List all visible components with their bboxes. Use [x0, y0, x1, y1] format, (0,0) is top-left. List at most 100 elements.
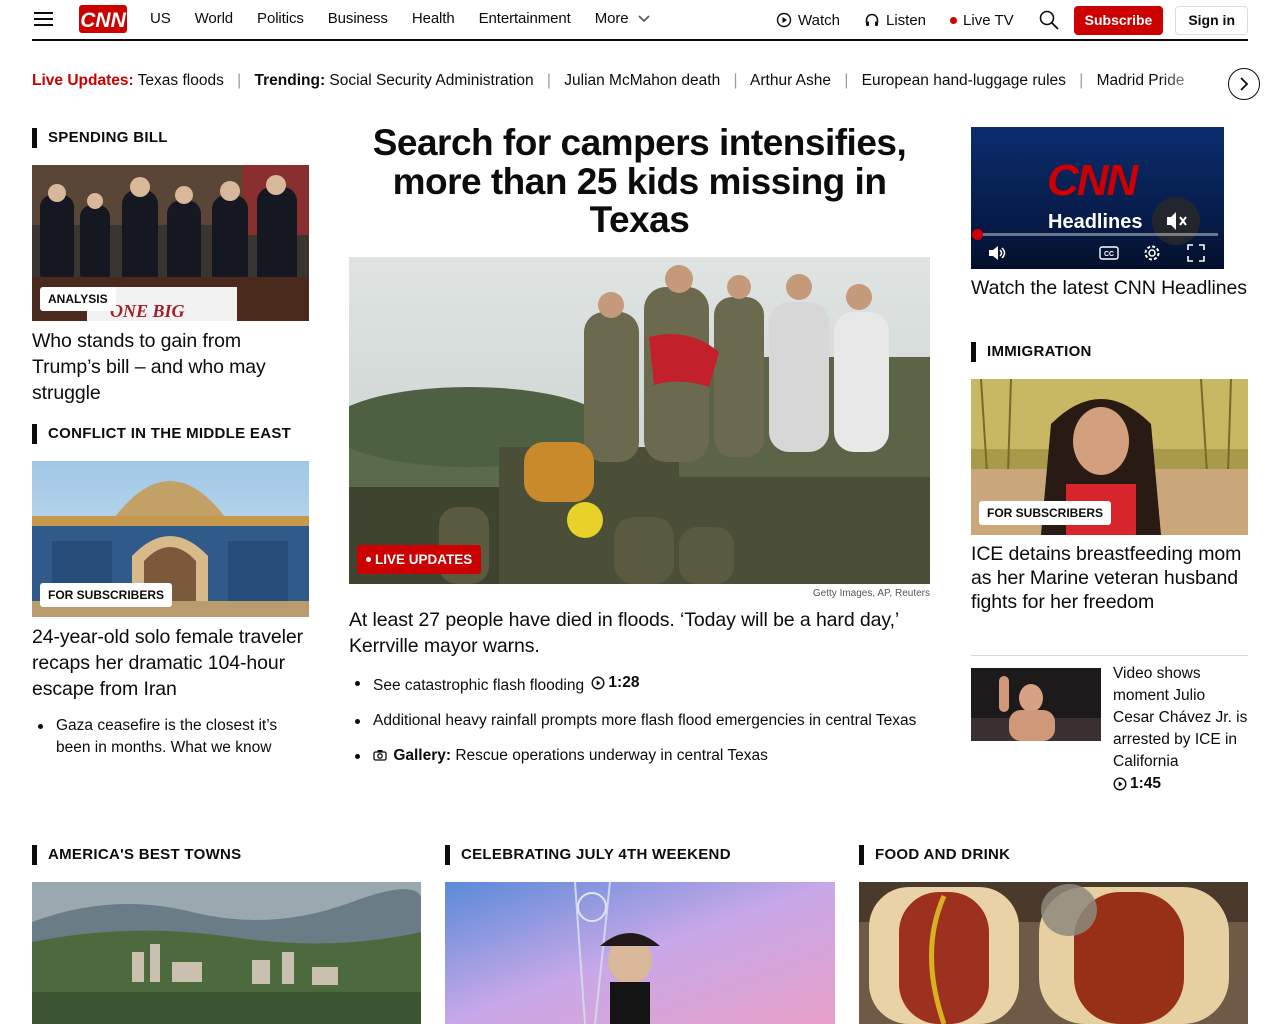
ticker-item[interactable]: Julian McMahon death — [564, 72, 720, 89]
sign-in-button[interactable]: Sign in — [1175, 5, 1248, 35]
image-credit: Getty Images, AP, Reuters — [812, 588, 930, 599]
subscribe-button[interactable]: Subscribe — [1073, 5, 1164, 35]
nav-health[interactable]: Health — [412, 10, 455, 27]
ticker-fade — [1160, 68, 1230, 98]
main-story-image[interactable] — [349, 257, 930, 584]
cnn-logo[interactable]: CNN — [79, 5, 127, 33]
trending-label: Trending: — [254, 72, 326, 89]
main-subheadline[interactable]: At least 27 people have died in floods. … — [349, 607, 930, 659]
chevron-down-icon — [638, 14, 651, 22]
gaza-ceasefire-link[interactable]: Gaza ceasefire is the closest it’s been … — [32, 715, 309, 759]
flash-flooding-video-link[interactable]: See catastrophic flash flooding 1:28 — [349, 672, 930, 697]
iran-image[interactable]: FOR SUBSCRIBERS — [32, 461, 309, 617]
main-nav: US World Politics Business Health Entert… — [150, 10, 674, 27]
fullscreen-icon[interactable] — [1187, 244, 1205, 262]
gallery-text: Rescue operations underway in central Te… — [455, 747, 768, 764]
section-label-food-drink[interactable]: FOOD AND DRINK — [859, 845, 1010, 865]
nav-us[interactable]: US — [150, 10, 171, 27]
video-cnn-logo: CNN — [1047, 156, 1138, 205]
video-player[interactable]: CNN Headlines CC — [971, 127, 1224, 269]
video-headlines-text: Headlines — [1048, 211, 1143, 233]
ticker-item[interactable]: Social Security Administration — [329, 72, 533, 89]
ice-story-image[interactable]: FOR SUBSCRIBERS — [971, 379, 1248, 535]
play-circle-icon — [591, 676, 605, 690]
hot-dog-photo — [859, 882, 1248, 1024]
video-progress-handle[interactable] — [972, 229, 983, 240]
heavy-rainfall-link[interactable]: Additional heavy rainfall prompts more f… — [349, 710, 930, 732]
section-label-july-4th[interactable]: CELEBRATING JULY 4TH WEEKEND — [445, 845, 731, 865]
watch-label: Watch — [798, 11, 840, 29]
analysis-badge: ANALYSIS — [40, 287, 116, 311]
play-circle-icon — [1113, 777, 1127, 791]
banner-text: ONE BIG — [110, 301, 185, 321]
gallery-label: Gallery: — [393, 747, 452, 764]
video-duration: 1:45 — [1113, 773, 1248, 795]
ticker-item[interactable]: European hand-luggage rules — [862, 72, 1066, 89]
best-towns-image[interactable] — [32, 882, 421, 1024]
closed-captions-icon[interactable]: CC — [1099, 246, 1119, 260]
ice-detains-headline[interactable]: ICE detains breastfeeding mom as her Mar… — [971, 542, 1248, 614]
section-label-spending-bill[interactable]: SPENDING BILL — [32, 128, 168, 148]
spending-bill-headline[interactable]: Who stands to gain from Trump’s bill – a… — [32, 328, 309, 406]
play-circle-icon — [776, 12, 792, 28]
video-duration: 1:28 — [588, 672, 639, 694]
town-landscape-photo — [32, 882, 421, 1024]
watch-link[interactable]: Watch — [776, 12, 840, 29]
live-updates-label: Live Updates: — [32, 72, 134, 89]
volume-muted-icon — [1167, 212, 1187, 230]
ticker-separator: | — [237, 72, 242, 89]
live-dot-icon — [950, 16, 958, 24]
nav-entertainment[interactable]: Entertainment — [479, 10, 571, 27]
header-actions: Watch Listen Live TV Subscribe Sign in — [776, 5, 1248, 35]
food-drink-image[interactable] — [859, 882, 1248, 1024]
unmute-button[interactable] — [1152, 197, 1200, 245]
listen-label: Listen — [886, 11, 927, 29]
video-progress-bar[interactable] — [977, 233, 1218, 236]
section-label-middle-east[interactable]: CONFLICT IN THE MIDDLE EAST — [32, 424, 291, 444]
svg-text:CNN: CNN — [80, 9, 126, 32]
svg-text:CC: CC — [1104, 251, 1114, 258]
divider — [971, 655, 1248, 656]
live-updates-badge-label: LIVE UPDATES — [375, 552, 473, 567]
nav-world[interactable]: World — [195, 10, 234, 27]
live-updates-badge[interactable]: LIVE UPDATES — [357, 545, 482, 574]
ticker-live-item[interactable]: Texas floods — [138, 72, 224, 89]
nav-business[interactable]: Business — [328, 10, 388, 27]
ticker-item[interactable]: Arthur Ashe — [750, 72, 831, 89]
for-subscribers-badge: FOR SUBSCRIBERS — [979, 501, 1112, 525]
nav-more-label: More — [594, 10, 629, 27]
chavez-story-link[interactable]: Video shows moment Julio Cesar Chávez Jr… — [1113, 663, 1248, 795]
spending-bill-image[interactable]: ONE BIG ANALYSIS — [32, 165, 309, 321]
chevron-right-icon — [1240, 77, 1249, 91]
main-bullets: See catastrophic flash flooding 1:28 Add… — [349, 672, 930, 767]
gallery-link[interactable]: Gallery: Rescue operations underway in c… — [349, 745, 930, 767]
july-4th-image[interactable] — [445, 882, 835, 1024]
middle-east-bullets: Gaza ceasefire is the closest it’s been … — [32, 715, 309, 759]
video-duration-label: 1:45 — [1130, 775, 1162, 792]
section-label-immigration[interactable]: IMMIGRATION — [971, 342, 1092, 362]
main-headline[interactable]: Search for campers intensifies, more tha… — [349, 123, 930, 240]
trending-ticker: Live Updates: Texas floods | Trending: S… — [32, 72, 1218, 96]
live-tv-link[interactable]: Live TV — [950, 12, 1014, 29]
nav-more[interactable]: More — [595, 10, 651, 27]
ticker-next-button[interactable] — [1228, 68, 1260, 100]
camera-icon — [373, 750, 387, 761]
settings-gear-icon[interactable] — [1143, 244, 1161, 262]
bullet-text: See catastrophic flash flooding — [373, 677, 585, 694]
ticker-separator: | — [1079, 72, 1084, 89]
video-caption-headline[interactable]: Watch the latest CNN Headlines — [971, 276, 1248, 300]
chavez-video-thumbnail[interactable] — [971, 668, 1101, 741]
listen-link[interactable]: Listen — [864, 12, 926, 29]
concert-photo — [445, 882, 835, 1024]
ticker-separator: | — [546, 72, 551, 89]
volume-icon[interactable] — [987, 244, 1007, 262]
flood-rescue-photo — [349, 257, 930, 584]
section-label-best-towns[interactable]: AMERICA'S BEST TOWNS — [32, 845, 241, 865]
boxer-photo — [971, 668, 1101, 741]
search-icon[interactable] — [1038, 9, 1060, 31]
ticker-separator: | — [733, 72, 738, 89]
nav-politics[interactable]: Politics — [257, 10, 304, 27]
for-subscribers-badge: FOR SUBSCRIBERS — [40, 583, 173, 607]
iran-escape-headline[interactable]: 24-year-old solo female traveler recaps … — [32, 624, 309, 702]
menu-icon[interactable] — [34, 12, 53, 26]
